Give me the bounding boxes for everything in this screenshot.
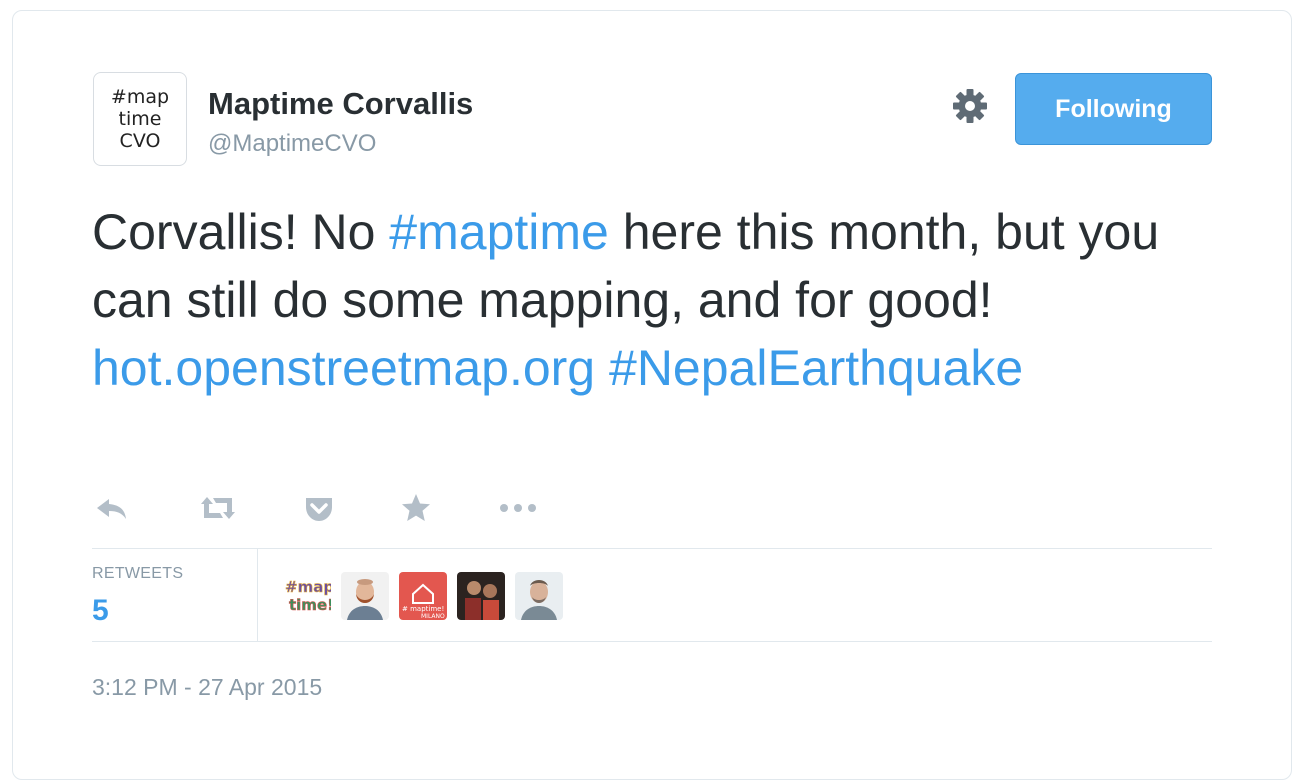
user-handle[interactable]: @MaptimeCVO xyxy=(208,130,376,158)
reply-icon[interactable] xyxy=(95,490,129,526)
avatar-line-1: #map xyxy=(110,86,170,108)
man-portrait-avatar[interactable] xyxy=(515,572,563,620)
more-icon[interactable] xyxy=(498,490,540,526)
star-icon[interactable] xyxy=(399,490,433,526)
retweets-label: RETWEETS xyxy=(92,565,184,582)
divider xyxy=(92,548,1212,549)
avatar-line-2: time xyxy=(118,108,162,130)
display-name[interactable]: Maptime Corvallis xyxy=(208,86,473,122)
retweets-count[interactable]: 5 xyxy=(92,594,109,628)
tweet-text-segment: Corvallis! No xyxy=(92,204,390,260)
milano-badge-text: # maptime! xyxy=(402,605,444,613)
tweet-timestamp[interactable]: 3:12 PM - 27 Apr 2015 xyxy=(92,674,322,701)
divider xyxy=(92,641,1212,642)
maptime-logo-avatar[interactable]: #map time! xyxy=(283,572,331,620)
url-link[interactable]: hot.openstreetmap.org xyxy=(92,340,595,396)
stats-separator xyxy=(257,549,258,641)
maptime-milano-avatar[interactable]: # maptime! MILANO xyxy=(399,572,447,620)
milano-sub-text: MILANO xyxy=(421,613,445,620)
retweeter-avatars: #map time! # maptime! MILANO xyxy=(283,572,563,620)
pocket-icon[interactable] xyxy=(303,490,335,526)
profile-avatar[interactable]: #map time CVO xyxy=(93,72,187,166)
hashtag-nepal-link[interactable]: #NepalEarthquake xyxy=(609,340,1023,396)
gear-icon[interactable] xyxy=(950,86,990,126)
people-photo-avatar[interactable] xyxy=(457,572,505,620)
hashtag-maptime-link[interactable]: #maptime xyxy=(389,204,609,260)
retweet-icon[interactable] xyxy=(198,490,238,526)
tweet-text-segment xyxy=(595,340,609,396)
avatar-line-3: CVO xyxy=(119,130,161,152)
bearded-man-avatar[interactable] xyxy=(341,572,389,620)
svg-text:time!: time! xyxy=(289,596,331,614)
svg-text:#map: #map xyxy=(285,578,331,596)
following-button[interactable]: Following xyxy=(1015,73,1212,145)
tweet-text: Corvallis! No #maptime here this month, … xyxy=(92,198,1222,402)
